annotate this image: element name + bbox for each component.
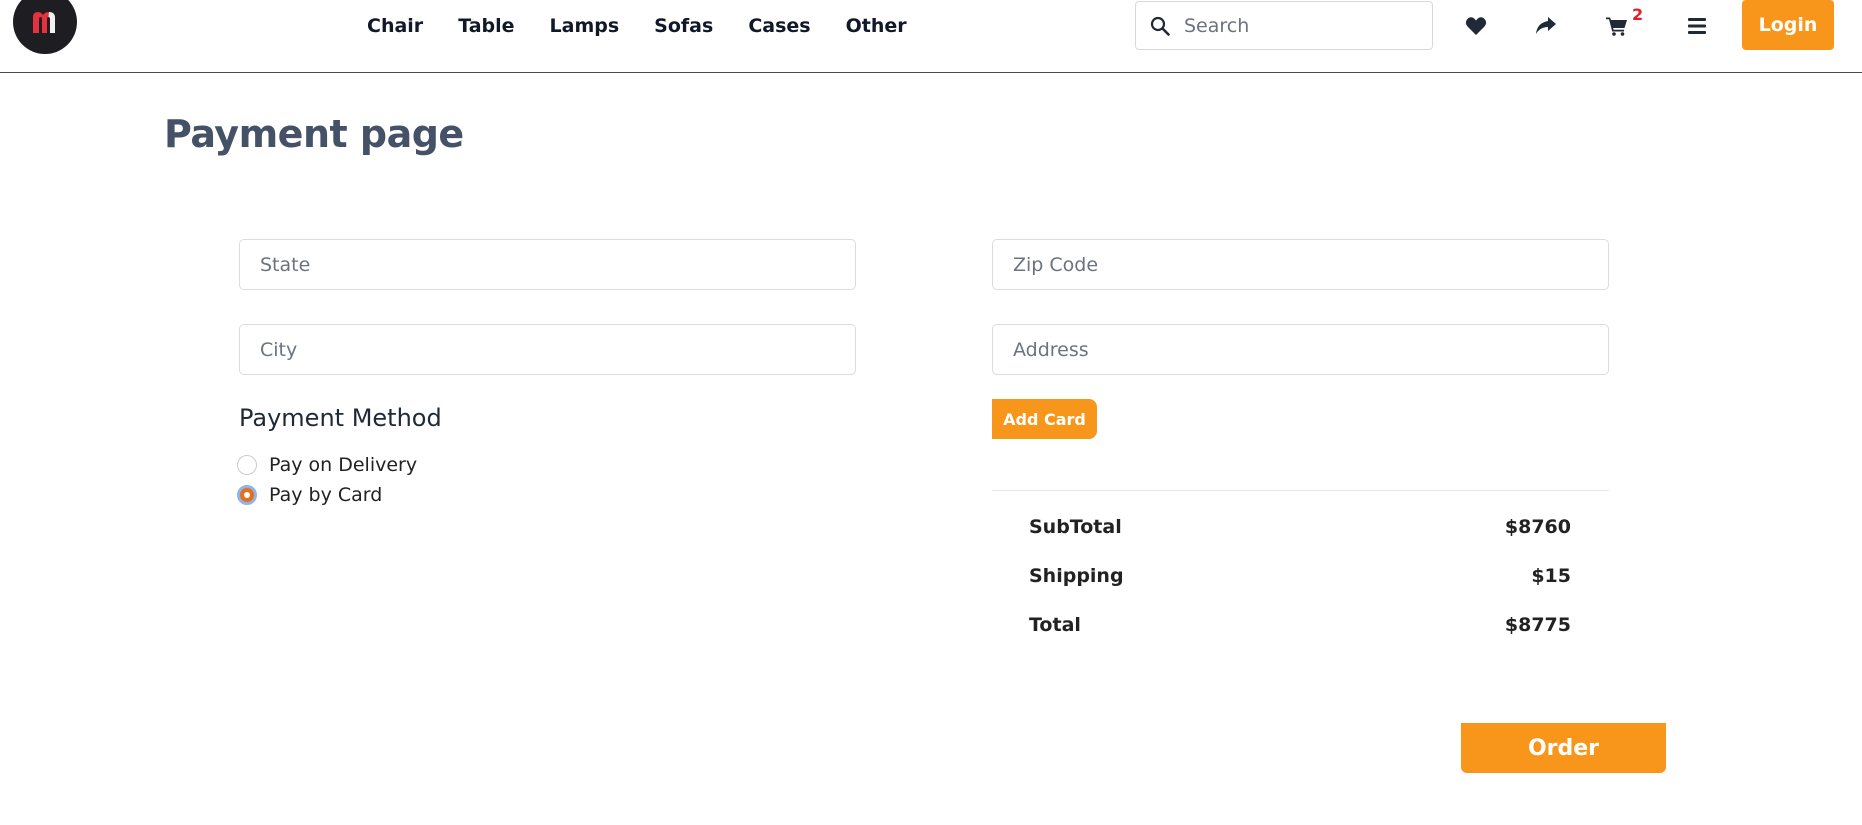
search-input[interactable] — [1184, 14, 1414, 37]
page-title: Payment page — [164, 112, 464, 156]
login-button[interactable]: Login — [1742, 0, 1834, 50]
cart-button[interactable] — [1602, 12, 1632, 40]
order-button[interactable]: Order — [1461, 723, 1666, 773]
category-nav: Chair Table Lamps Sofas Cases Other — [367, 13, 907, 39]
add-card-button[interactable]: Add Card — [992, 399, 1097, 439]
brand-logo[interactable] — [13, 0, 77, 54]
nav-table[interactable]: Table — [458, 13, 514, 39]
shipping-label: Shipping — [1029, 565, 1124, 587]
state-field[interactable] — [239, 239, 856, 290]
total-label: Total — [1029, 614, 1081, 636]
total-value: $8775 — [1504, 614, 1571, 636]
share-icon — [1536, 17, 1556, 34]
nav-chair[interactable]: Chair — [367, 13, 423, 39]
share-button[interactable] — [1531, 12, 1561, 40]
subtotal-row: SubTotal $8760 — [1029, 516, 1571, 538]
summary-divider — [992, 490, 1609, 491]
pay-by-card-option[interactable]: Pay by Card — [237, 484, 382, 506]
zip-code-field[interactable] — [992, 239, 1609, 290]
wishlist-button[interactable] — [1461, 12, 1491, 40]
shipping-row: Shipping $15 — [1029, 565, 1571, 587]
m-logo-icon — [33, 12, 55, 33]
subtotal-value: $8760 — [1504, 516, 1571, 538]
nav-lamps[interactable]: Lamps — [550, 13, 620, 39]
menu-button[interactable] — [1682, 12, 1712, 40]
top-navbar: Chair Table Lamps Sofas Cases Other 2 — [0, 0, 1862, 73]
cart-count-badge: 2 — [1632, 5, 1644, 24]
nav-cases[interactable]: Cases — [748, 13, 810, 39]
pay-by-card-label: Pay by Card — [269, 484, 383, 506]
city-field[interactable] — [239, 324, 856, 375]
search-box — [1135, 1, 1433, 50]
pay-on-delivery-option[interactable]: Pay on Delivery — [237, 454, 417, 476]
cart-icon — [1606, 17, 1627, 36]
payment-method-title: Payment Method — [239, 404, 442, 432]
shipping-value: $15 — [1531, 565, 1571, 587]
total-row: Total $8775 — [1029, 614, 1571, 636]
nav-other[interactable]: Other — [846, 13, 907, 39]
menu-icon — [1688, 18, 1706, 34]
address-field[interactable] — [992, 324, 1609, 375]
heart-icon — [1465, 17, 1487, 35]
pay-on-delivery-label: Pay on Delivery — [269, 454, 418, 476]
subtotal-label: SubTotal — [1029, 516, 1122, 538]
search-icon[interactable] — [1150, 16, 1170, 36]
nav-sofas[interactable]: Sofas — [654, 13, 713, 39]
pay-by-card-radio[interactable] — [237, 485, 257, 505]
pay-on-delivery-radio[interactable] — [237, 455, 257, 475]
